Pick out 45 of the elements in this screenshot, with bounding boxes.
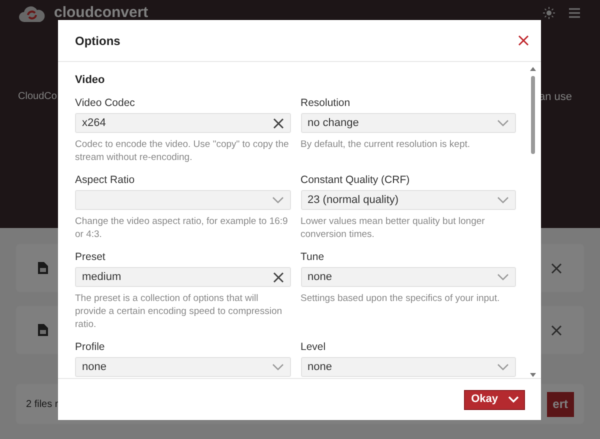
chevron-down-icon [272,196,284,204]
field-label: Preset [75,251,106,264]
remove-icon[interactable] [551,262,562,274]
field-label: Aspect Ratio [75,174,136,187]
select-field[interactable]: no change [300,113,516,133]
select-field[interactable]: none [300,357,516,377]
select-field[interactable]: 23 (normal quality) [300,190,516,210]
chevron-down-icon [497,363,509,371]
clear-icon[interactable] [272,272,284,282]
status-text: 2 files r [26,398,58,412]
okay-button[interactable]: Okay [464,390,525,410]
dialog-title: Options [75,32,120,50]
text-field[interactable]: x264 [75,113,290,133]
help-text: By default, the current resolution is kept. [300,138,472,151]
file-icon [38,262,48,274]
chevron-down-icon [497,196,509,204]
field-label: Constant Quality (CRF) [300,174,411,187]
help-text: Change the video aspect ratio, for example to 16:9 or 4:3. [75,215,289,241]
chevron-down-icon [497,119,509,127]
help-text: Lower values mean better quality but longer conversion times. [300,215,486,241]
section-title: Video [75,74,106,87]
text-field[interactable]: medium [75,267,290,287]
clear-icon[interactable] [272,118,284,128]
logo-text: cloudconvert [54,5,148,21]
chevron-down-icon [497,273,509,281]
remove-icon[interactable] [551,324,562,336]
help-text: Codec to encode the video. Use "copy" to copy the stream without re-encoding. [75,138,290,164]
select-field[interactable]: none [75,357,290,377]
field-label: Tune [300,251,326,264]
field-label: Level [300,341,327,354]
chevron-down-icon [508,396,519,403]
field-label: Video Codec [75,97,136,110]
help-text: Settings based upon the specifics of your input. [300,292,501,305]
sun-icon[interactable] [543,7,555,19]
select-field[interactable]: none [300,267,516,287]
intro-text: CloudCo [18,90,57,104]
chevron-down-icon [272,363,284,371]
close-icon[interactable] [518,35,529,46]
field-label: Resolution [300,97,352,110]
help-text: The preset is a collection of options that will provide a certain encoding speed to compression ratio. [75,292,284,331]
select-field[interactable] [75,190,290,210]
menu-icon[interactable] [569,8,580,18]
file-icon [38,324,48,336]
field-label: Profile [75,341,106,354]
scrollbar[interactable] [529,67,537,377]
